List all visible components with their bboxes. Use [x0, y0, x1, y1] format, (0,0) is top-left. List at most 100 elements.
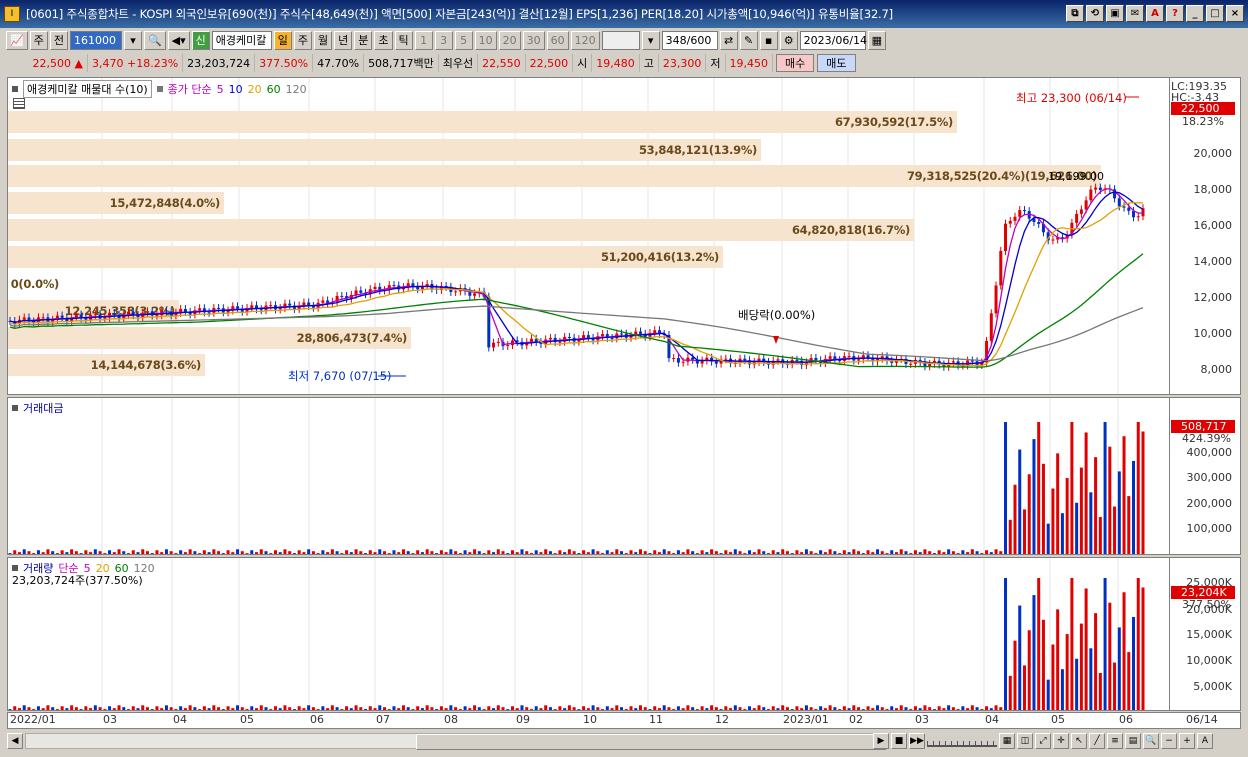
save-icon[interactable]: ▪: [759, 30, 778, 50]
plus-icon[interactable]: +: [1179, 733, 1195, 749]
font-icon[interactable]: A: [1146, 5, 1164, 22]
calendar-icon[interactable]: ▦: [867, 30, 887, 50]
volume-bar: [70, 705, 74, 710]
interval-5[interactable]: 5: [454, 30, 473, 50]
scroll-thumb[interactable]: [416, 734, 886, 750]
zoom-out-icon[interactable]: 🔍: [1143, 733, 1159, 749]
amount-axis: 508,717 424.39% 400,000 300,000 200,000 …: [1170, 397, 1241, 555]
period-tick[interactable]: 틱: [394, 30, 413, 50]
zoom-slider[interactable]: [927, 735, 997, 747]
stock-name-field: 애경케미칼: [211, 30, 272, 50]
volume-bar: [1018, 605, 1022, 710]
interval-3[interactable]: 3: [434, 30, 453, 50]
crosshair-icon[interactable]: ✛: [1053, 733, 1069, 749]
refresh-icon[interactable]: ⟲: [1086, 5, 1104, 22]
interval-custom-input[interactable]: [601, 30, 640, 50]
split-icon[interactable]: ◫: [1017, 733, 1033, 749]
settings-icon[interactable]: ⚙: [779, 30, 798, 50]
scroll-left-icon[interactable]: ◀: [7, 733, 23, 749]
interval-20[interactable]: 20: [498, 30, 521, 50]
font-size-icon[interactable]: A: [1197, 733, 1213, 749]
volume-bar: [1084, 588, 1088, 710]
speaker-icon[interactable]: ◀▾: [167, 30, 190, 50]
draw-icon[interactable]: ✎: [739, 30, 758, 50]
minus-icon[interactable]: −: [1161, 733, 1177, 749]
help-icon[interactable]: ?: [1166, 5, 1184, 22]
line-tool-icon[interactable]: ╱: [1089, 733, 1105, 749]
link-window-icon[interactable]: ⧉: [1066, 5, 1084, 22]
table-icon[interactable]: [13, 98, 25, 109]
volume-bar: [1103, 578, 1107, 710]
amount-label[interactable]: 거래대금: [23, 400, 63, 416]
play-icon[interactable]: ▶: [873, 733, 889, 749]
period-month[interactable]: 월: [314, 30, 333, 50]
stop-icon[interactable]: ■: [891, 733, 907, 749]
maximize-button[interactable]: □: [1206, 5, 1224, 22]
search-icon[interactable]: 🔍: [143, 30, 166, 50]
interval-10[interactable]: 10: [474, 30, 497, 50]
period-minute[interactable]: 분: [354, 30, 373, 50]
fib-tool-icon[interactable]: ≡: [1107, 733, 1123, 749]
volume-bar: [1051, 644, 1055, 710]
interval-1[interactable]: 1: [414, 30, 433, 50]
sell-button[interactable]: 매도: [817, 54, 856, 72]
code-dropdown-icon[interactable]: ▾: [123, 30, 142, 50]
mail-icon[interactable]: ✉: [1126, 5, 1144, 22]
prev-button[interactable]: 전: [49, 30, 68, 50]
expand-icon[interactable]: ⤢: [1035, 733, 1051, 749]
volume-chart-pane[interactable]: 거래량 단순 5 20 60 120 23,203,724주(377.50%): [7, 557, 1170, 711]
pane-handle-icon[interactable]: [12, 565, 18, 571]
volume-chart-canvas: [8, 558, 1145, 710]
date-input[interactable]: 2023/06/14: [799, 30, 867, 50]
volume-bar: [439, 550, 443, 554]
grid-icon[interactable]: ▦: [999, 733, 1015, 749]
volume-bar: [814, 553, 818, 554]
inline-price-label: 19,199.00: [1048, 170, 1104, 183]
amount-chart-pane[interactable]: 거래대금: [7, 397, 1170, 555]
buy-button[interactable]: 매수: [776, 54, 815, 72]
y-tick: 8,000: [1200, 363, 1233, 376]
pane-handle-icon[interactable]: [156, 86, 163, 92]
ma-label[interactable]: 종가 단순: [168, 81, 212, 97]
period-year[interactable]: 년: [334, 30, 353, 50]
stock-indicator-label[interactable]: 애경케미칼 매물대 수(10): [23, 80, 152, 98]
y-tick: 20,000: [1193, 147, 1233, 160]
pane-handle-icon[interactable]: [12, 86, 18, 92]
interval-60[interactable]: 60: [546, 30, 569, 50]
count-input[interactable]: 348/600: [661, 30, 718, 50]
volume-bar: [51, 551, 55, 554]
volume-bar: [378, 705, 382, 710]
price-axis: LC:193.35 HC:-3.43 22,500 18.23% 20,000 …: [1170, 77, 1241, 395]
compare-icon[interactable]: ⇄: [719, 30, 738, 50]
stock-code-input[interactable]: 161000: [69, 30, 122, 50]
interval-30[interactable]: 30: [522, 30, 545, 50]
interval-120[interactable]: 120: [570, 30, 600, 50]
period-day[interactable]: 일: [273, 30, 292, 50]
period-mode-select[interactable]: 주: [29, 30, 48, 50]
period-week[interactable]: 주: [293, 30, 313, 50]
arrow-tool-icon[interactable]: ↖: [1071, 733, 1087, 749]
minimize-button[interactable]: _: [1186, 5, 1204, 22]
volume-bar: [904, 707, 908, 710]
price-chart-pane[interactable]: 67,930,592(17.5%) 53,848,121(13.9%) 79,3…: [7, 77, 1170, 395]
volume-bar: [250, 550, 254, 554]
volume-bar: [980, 553, 984, 554]
volume-bar: [586, 552, 590, 554]
volume-bar: [307, 705, 311, 710]
volume-bar: [41, 552, 45, 554]
volume-bar: [662, 705, 666, 710]
scroll-track[interactable]: [25, 733, 886, 750]
pane-handle-icon[interactable]: [12, 405, 18, 411]
period-second[interactable]: 초: [374, 30, 393, 50]
interval-dropdown-icon[interactable]: ▾: [641, 30, 660, 50]
volume-bar: [861, 709, 865, 710]
print-icon[interactable]: ▤: [1125, 733, 1141, 749]
chart-type-icon[interactable]: 📈: [6, 30, 28, 50]
close-button[interactable]: ×: [1226, 5, 1244, 22]
volume-bar: [373, 708, 377, 710]
volume-bar: [496, 549, 500, 554]
screen-icon[interactable]: ▣: [1106, 5, 1124, 22]
fast-forward-icon[interactable]: ▶▶: [909, 733, 925, 749]
volume-bar: [951, 551, 955, 554]
volume-bar: [103, 709, 107, 710]
